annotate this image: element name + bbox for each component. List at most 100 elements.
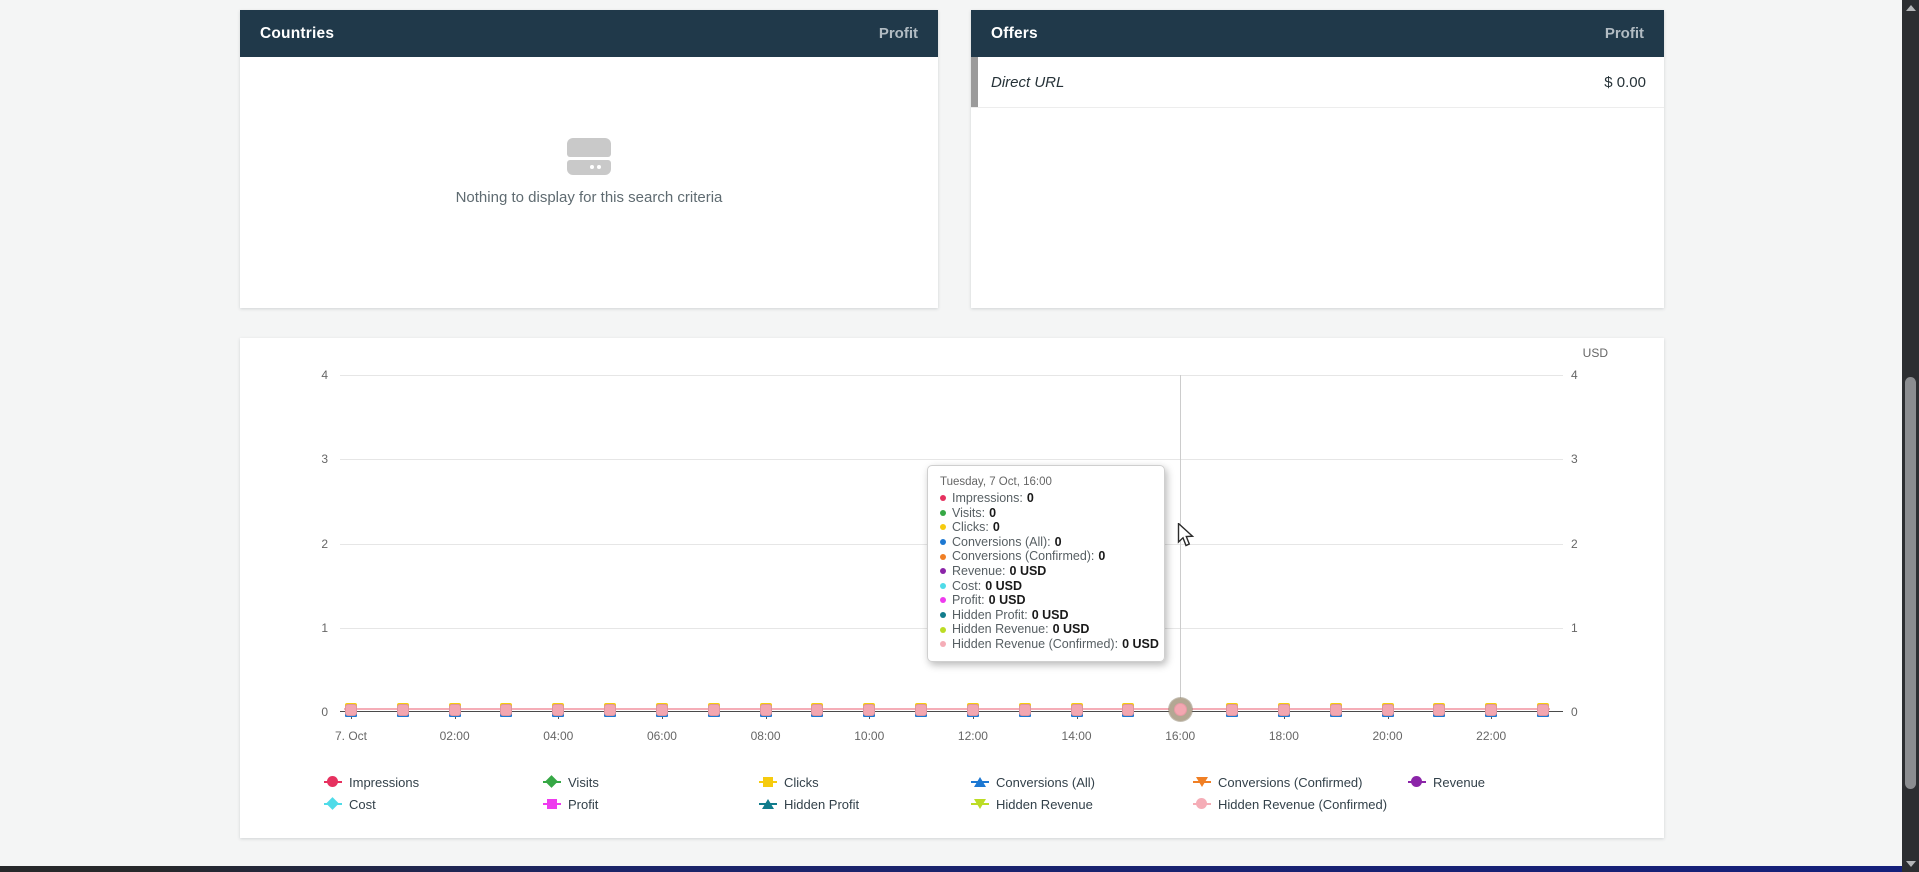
legend-item-visits[interactable]: Visits (543, 775, 599, 789)
data-point[interactable] (551, 703, 565, 717)
tooltip-row: Impressions:0 (940, 491, 1152, 506)
y-axis-unit-label: USD (1583, 346, 1608, 360)
series-color-dot (940, 510, 946, 516)
legend-item-impressions[interactable]: Impressions (324, 775, 419, 789)
legend-item-hidden-revenue-confirmed[interactable]: Hidden Revenue (Confirmed) (1193, 797, 1387, 811)
data-point[interactable] (966, 703, 980, 717)
series-color-dot (940, 641, 946, 647)
y-axis-tick-label: 4 (1571, 368, 1601, 382)
legend-marker-icon (324, 797, 342, 811)
x-axis-tick-label: 18:00 (1254, 729, 1314, 743)
tooltip-value: 0 (1027, 491, 1034, 506)
y-axis-tick-label: 2 (1571, 537, 1601, 551)
scroll-up-arrow-icon[interactable] (1906, 5, 1916, 11)
offers-title: Offers (991, 25, 1038, 43)
empty-card-icon (567, 138, 611, 179)
data-point[interactable] (396, 703, 410, 717)
tooltip-value: 0 USD (989, 593, 1026, 608)
series-color-dot (940, 539, 946, 545)
timeseries-chart-panel: USD 01234 01234 7. Oct02:0004:0006:0008:… (240, 338, 1664, 838)
footer-bar (0, 866, 1902, 872)
tooltip-row: Cost:0 USD (940, 579, 1152, 594)
countries-widget-header: Countries Profit (240, 10, 938, 57)
scrollbar-thumb[interactable] (1905, 377, 1916, 789)
data-point[interactable] (1329, 703, 1343, 717)
legend-item-cost[interactable]: Cost (324, 797, 376, 811)
countries-empty-message: Nothing to display for this search crite… (240, 189, 938, 206)
data-point[interactable] (655, 703, 669, 717)
legend-label: Hidden Profit (784, 797, 859, 812)
x-axis-tick-label: 7. Oct (321, 729, 381, 743)
legend-label: Hidden Revenue (Confirmed) (1218, 797, 1387, 812)
scroll-down-arrow-icon[interactable] (1906, 861, 1916, 867)
offers-metric-label: Profit (1605, 25, 1644, 42)
tooltip-value: 0 (993, 520, 1000, 535)
y-axis-tick-label: 1 (1571, 621, 1601, 635)
offer-row[interactable]: Direct URL $ 0.00 (971, 57, 1664, 108)
offers-widget-header: Offers Profit (971, 10, 1664, 57)
legend-marker-icon (1193, 797, 1211, 811)
legend-item-conversions-all[interactable]: Conversions (All) (971, 775, 1095, 789)
countries-metric-label: Profit (879, 25, 918, 42)
offer-profit-value: $ 0.00 (1604, 74, 1646, 91)
legend-marker-icon (971, 797, 989, 811)
legend-marker-icon (543, 775, 561, 789)
data-point[interactable] (1277, 703, 1291, 717)
legend-marker-icon (324, 775, 342, 789)
x-axis-tick-label: 14:00 (1047, 729, 1107, 743)
tooltip-value: 0 USD (1032, 608, 1069, 623)
data-point[interactable] (1381, 703, 1395, 717)
legend-label: Cost (349, 797, 376, 812)
tooltip-row: Revenue:0 USD (940, 564, 1152, 579)
tooltip-label: Conversions (All): (952, 535, 1051, 550)
data-point[interactable] (914, 703, 928, 717)
legend-item-conversions-confirmed[interactable]: Conversions (Confirmed) (1193, 775, 1363, 789)
data-point[interactable] (344, 703, 358, 717)
legend-item-hidden-revenue[interactable]: Hidden Revenue (971, 797, 1093, 811)
x-axis-tick-label: 22:00 (1461, 729, 1521, 743)
hovered-data-point[interactable] (1169, 698, 1192, 721)
data-point[interactable] (1121, 703, 1135, 717)
gridline (340, 375, 1563, 376)
legend-label: Impressions (349, 775, 419, 790)
data-point[interactable] (448, 703, 462, 717)
data-point[interactable] (759, 703, 773, 717)
data-point[interactable] (707, 703, 721, 717)
tooltip-value: 0 USD (1122, 637, 1159, 652)
data-point[interactable] (1432, 703, 1446, 717)
tooltip-label: Profit: (952, 593, 985, 608)
legend-item-hidden-profit[interactable]: Hidden Profit (759, 797, 859, 811)
legend-label: Visits (568, 775, 599, 790)
x-axis-tick-label: 10:00 (839, 729, 899, 743)
legend-marker-icon (543, 797, 561, 811)
data-point[interactable] (1225, 703, 1239, 717)
tooltip-label: Visits: (952, 506, 985, 521)
legend-marker-icon (1408, 775, 1426, 789)
legend-item-clicks[interactable]: Clicks (759, 775, 819, 789)
data-point[interactable] (862, 703, 876, 717)
legend-item-profit[interactable]: Profit (543, 797, 598, 811)
vertical-scrollbar[interactable] (1902, 0, 1919, 872)
data-point[interactable] (499, 703, 513, 717)
legend-item-revenue[interactable]: Revenue (1408, 775, 1485, 789)
tooltip-label: Hidden Revenue (Confirmed): (952, 637, 1118, 652)
data-point[interactable] (1070, 703, 1084, 717)
series-color-dot (940, 524, 946, 530)
countries-empty-state: Nothing to display for this search crite… (240, 138, 938, 206)
legend-label: Clicks (784, 775, 819, 790)
series-color-dot (940, 597, 946, 603)
data-point[interactable] (1018, 703, 1032, 717)
data-point[interactable] (1484, 703, 1498, 717)
data-point[interactable] (1536, 703, 1550, 717)
series-line-at-zero (344, 708, 1550, 710)
data-point[interactable] (810, 703, 824, 717)
data-point[interactable] (603, 703, 617, 717)
offer-name[interactable]: Direct URL (991, 74, 1604, 91)
tooltip-value: 0 USD (1053, 622, 1090, 637)
tooltip-label: Cost: (952, 579, 981, 594)
mouse-cursor (1177, 523, 1195, 554)
tooltip-row: Conversions (All):0 (940, 535, 1152, 550)
countries-widget: Countries Profit Nothing to display for … (240, 10, 938, 308)
legend-label: Hidden Revenue (996, 797, 1093, 812)
countries-title: Countries (260, 25, 334, 43)
